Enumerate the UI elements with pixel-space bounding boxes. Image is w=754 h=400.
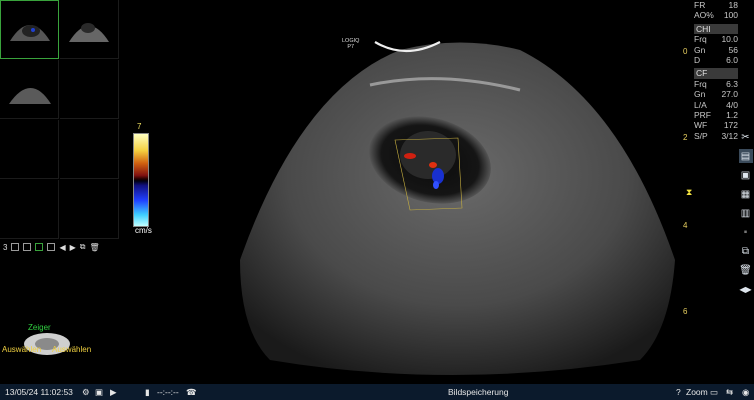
thumbnail-empty — [60, 120, 119, 179]
depth-label: 6 — [683, 307, 688, 316]
depth-label: 0 — [683, 47, 688, 56]
param-key: Frq — [694, 34, 707, 45]
param-value: 18 — [728, 0, 738, 10]
param-value: 6.0 — [726, 55, 738, 66]
thumbnail-empty — [0, 120, 59, 179]
status-message: Bildspeicherung — [448, 387, 509, 397]
trash-icon[interactable]: 🗑 — [739, 263, 753, 277]
param-value: 3/12 — [721, 130, 738, 141]
param-key: S/P — [694, 130, 708, 141]
param-row: WF 172 — [694, 120, 738, 130]
printer-icon[interactable]: ▣ — [95, 387, 103, 398]
layout-small-icon[interactable] — [11, 243, 20, 251]
cf-header: CF — [694, 68, 738, 79]
trackball-widget: Zeiger Auswählen Auswählen — [0, 320, 100, 360]
chi-header: CHI — [694, 23, 738, 35]
status-bar: 13/05/24 11:02:53 ⚙ ▣ ▶ ▮ --:--:-- ☎ Bil… — [0, 384, 754, 400]
usb-icon: ⇆ — [726, 387, 734, 397]
trackball-left-label: Auswählen — [2, 345, 42, 354]
param-row: S/P 3/12 — [694, 131, 738, 141]
param-row: FR 18 — [694, 0, 738, 10]
param-row: AO% 100 — [694, 10, 738, 20]
colorbar-max: 7 — [137, 122, 142, 131]
thumbnail-1[interactable] — [0, 0, 59, 59]
param-row: PRF 1.2 — [694, 110, 738, 120]
param-key: L/A — [694, 99, 707, 110]
tools-icon[interactable]: ✂ — [739, 130, 753, 144]
timer: --:--:-- — [157, 387, 179, 397]
param-row: Frq 10.0 — [694, 34, 738, 44]
param-value: 56 — [728, 44, 738, 55]
layout-grid-icon[interactable] — [35, 243, 44, 251]
video-icon[interactable]: ▶ — [110, 387, 117, 398]
thumbnail-empty — [0, 180, 59, 239]
colorbar-unit: cm/s — [135, 226, 152, 235]
phone-icon: ☎ — [186, 387, 197, 397]
network-icon: ⚙ — [82, 387, 90, 397]
param-key: Frq — [694, 78, 707, 89]
battery-icon: ▮ — [145, 387, 150, 397]
param-value: 172 — [723, 120, 738, 131]
arrow-right-icon[interactable]: ▶ — [746, 285, 752, 294]
move-icon[interactable]: ⧉ — [739, 244, 753, 258]
param-key: Gn — [694, 44, 706, 55]
thumbnail-grid — [0, 0, 120, 240]
param-row: Gn 56 — [694, 45, 738, 55]
right-toolbar: ✂ ▤ ▣ ▦ ▥ ▪ ⧉ 🗑 ◀ ▶ — [737, 128, 754, 301]
thumbnail-controls: 3 ◀ ▶ ⧉ 🗑 — [3, 242, 100, 252]
datetime: 13/05/24 11:02:53 — [5, 387, 73, 397]
layout-large-icon[interactable] — [47, 243, 56, 251]
param-row: Frq 6.3 — [694, 79, 738, 89]
trackball-top-label: Zeiger — [28, 323, 51, 332]
param-value: 4/0 — [726, 99, 738, 110]
depth-label: 2 — [683, 133, 688, 142]
report-icon[interactable]: ▤ — [738, 149, 753, 163]
layout-medium-icon[interactable] — [23, 243, 32, 251]
param-key: Gn — [694, 89, 706, 100]
lock-icon[interactable]: ▪ — [739, 225, 753, 239]
param-row: Gn 27.0 — [694, 89, 738, 99]
trash-icon[interactable]: 🗑 — [89, 243, 99, 252]
layout-3-icon[interactable]: ▥ — [739, 206, 753, 220]
param-row: L/A 4/0 — [694, 100, 738, 110]
prev-page-icon[interactable]: ◀ — [59, 243, 65, 252]
thumbnail-count: 3 — [3, 242, 8, 252]
param-row: D 6.0 — [694, 55, 738, 65]
focus-marker-icon[interactable]: ⧗ — [686, 187, 692, 198]
help-icon[interactable]: ? — [676, 387, 681, 397]
thumbnail-2[interactable] — [60, 0, 119, 59]
ultrasound-image — [240, 41, 675, 375]
param-value: 27.0 — [721, 89, 738, 100]
parameter-panel: FR 18 AO% 100 CHI Frq 10.0 Gn 56 D 6.0 CF Frq 6.3… — [694, 0, 738, 141]
page-nav: ◀ ▶ — [739, 282, 753, 296]
thumbnail-image — [69, 23, 109, 42]
thumbnail-image — [9, 88, 51, 104]
param-key: FR — [694, 0, 706, 10]
thumbnail-empty — [60, 60, 119, 119]
probe-logo: LOGIQ P7 — [342, 38, 360, 50]
param-key: WF — [694, 120, 708, 131]
param-value: 1.2 — [726, 110, 738, 121]
param-value: 6.3 — [726, 78, 738, 89]
param-key: AO% — [694, 10, 714, 21]
param-value: 100 — [723, 10, 738, 21]
cd-icon: ◉ — [742, 387, 750, 397]
thumbnail-empty — [60, 180, 119, 239]
color-velocity-bar — [133, 133, 149, 227]
thumbnail-3[interactable] — [0, 60, 59, 119]
next-page-icon[interactable]: ▶ — [70, 243, 76, 252]
layout-1-icon[interactable]: ▣ — [739, 168, 753, 182]
layout-2-icon[interactable]: ▦ — [739, 187, 753, 201]
depth-label: 4 — [683, 221, 688, 230]
zoom-label[interactable]: Zoom — [686, 387, 708, 397]
depth-ruler: 0 2 4 6 ⧗ — [683, 40, 695, 330]
param-key: PRF — [694, 110, 711, 121]
hdd-icon: ▭ — [710, 387, 719, 397]
trackball-right-label: Auswählen — [52, 345, 92, 354]
param-value: 10.0 — [721, 34, 738, 45]
thumbnail-image — [10, 25, 50, 41]
move-icon[interactable]: ⧉ — [80, 242, 86, 252]
